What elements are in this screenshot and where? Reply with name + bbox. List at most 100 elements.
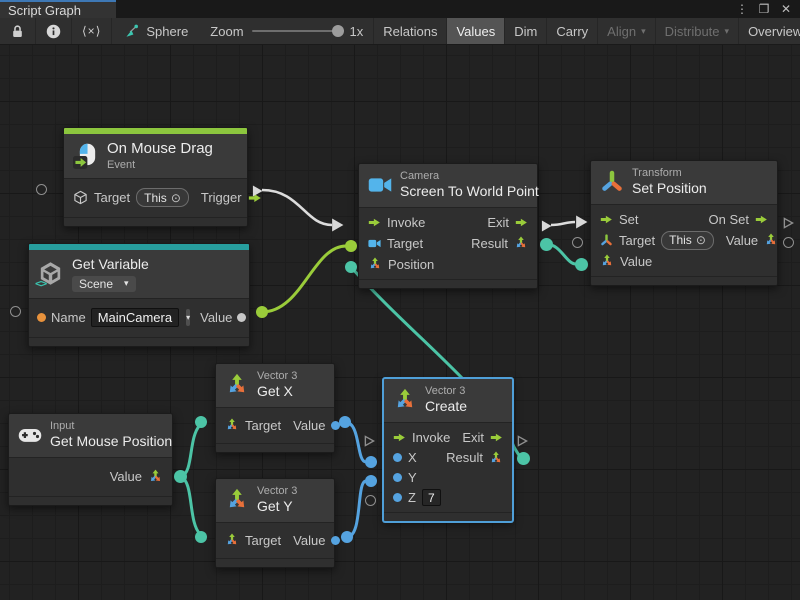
- port-setposition-valuein[interactable]: [575, 258, 588, 271]
- name-port[interactable]: [37, 313, 46, 322]
- gamepad-icon: [18, 423, 42, 447]
- wire-gety-to-y[interactable]: [347, 481, 366, 537]
- object-picker-icon[interactable]: ⊙: [696, 233, 706, 247]
- port-variable-name-in[interactable]: [10, 306, 21, 317]
- port-camera-target-in[interactable]: [345, 240, 357, 252]
- z-port[interactable]: [393, 493, 402, 502]
- wire-exit-to-set[interactable]: [551, 222, 575, 225]
- object-picker-icon[interactable]: ⊙: [171, 191, 181, 205]
- node-get-y[interactable]: Vector 3 Get Y Target Value: [215, 478, 335, 568]
- values-button[interactable]: Values: [446, 18, 504, 44]
- node-on-mouse-drag[interactable]: On Mouse Drag Event Target This ⊙ Trigge…: [63, 127, 248, 227]
- vector3-icon: [393, 388, 417, 412]
- maximize-icon[interactable]: ❐: [756, 2, 772, 16]
- port-camera-exit-out[interactable]: [541, 219, 552, 237]
- node-kind: Camera: [400, 170, 539, 183]
- node-get-mouse-position[interactable]: Input Get Mouse Position Value: [8, 413, 173, 506]
- wire-mouse-to-gety[interactable]: [181, 477, 200, 534]
- node-title: Screen To World Point: [400, 183, 539, 201]
- zoom-slider[interactable]: [252, 30, 342, 32]
- port-create-result-out[interactable]: [517, 452, 530, 465]
- wire-trigger-to-invoke[interactable]: [262, 190, 332, 225]
- camera-icon: [368, 173, 392, 197]
- wire-variable-to-target[interactable]: [262, 246, 346, 312]
- variable-name-value: MainCamera: [98, 310, 172, 325]
- code-view-icon: ⟨×⟩: [82, 24, 101, 38]
- variable-name-input[interactable]: MainCamera: [91, 308, 179, 327]
- value-port[interactable]: [237, 313, 246, 322]
- z-value: 7: [428, 491, 435, 505]
- port-mousedrag-trigger-out[interactable]: [252, 184, 263, 202]
- port-create-x-in[interactable]: [365, 456, 377, 468]
- this-object-field[interactable]: This ⊙: [661, 231, 714, 250]
- title-bar: Script Graph ⋮ ❐ ✕: [0, 0, 800, 18]
- flow-arrow-icon: [490, 431, 503, 444]
- port-create-invoke-in[interactable]: [364, 434, 375, 452]
- info-button[interactable]: [36, 18, 72, 44]
- port-getx-target-in[interactable]: [195, 416, 207, 428]
- wire-mouse-to-getx[interactable]: [181, 425, 200, 477]
- target-port-label: Target: [245, 418, 281, 433]
- carry-button[interactable]: Carry: [546, 18, 597, 44]
- value-out-port-label: Value: [726, 233, 758, 248]
- node-screen-to-world-point[interactable]: Camera Screen To World Point Invoke Exit…: [358, 163, 538, 289]
- window-menu-icon[interactable]: ⋮: [734, 2, 750, 16]
- value-port-label: Value: [293, 533, 325, 548]
- node-set-position[interactable]: Transform Set Position Set On Set Target…: [590, 160, 778, 286]
- script-graph-window: On Mouse Drag Event Target This ⊙ Trigge…: [0, 0, 800, 600]
- port-mousedrag-target-in[interactable]: [36, 184, 47, 195]
- graph-target-label: Sphere: [146, 24, 188, 39]
- tab-label: Script Graph: [8, 3, 81, 18]
- name-port-label: Name: [51, 310, 86, 325]
- port-setposition-onset-out[interactable]: [783, 216, 794, 234]
- node-title: Get X: [257, 383, 297, 401]
- this-object-value: This: [144, 191, 167, 205]
- relations-button[interactable]: Relations: [373, 18, 446, 44]
- port-camera-invoke-in[interactable]: [331, 218, 344, 237]
- wire-getx-to-x[interactable]: [345, 422, 366, 462]
- node-vector3-create[interactable]: Vector 3 Create Invoke Exit X Result: [383, 378, 513, 522]
- lock-button[interactable]: [0, 18, 36, 44]
- port-variable-value-out[interactable]: [256, 306, 268, 318]
- port-setposition-target-in[interactable]: [572, 237, 583, 248]
- relations-label: Relations: [383, 24, 437, 39]
- node-get-variable[interactable]: <> Get Variable Scene ▾ Name MainCamera …: [28, 243, 250, 347]
- graph-breadcrumb[interactable]: Sphere: [112, 18, 200, 44]
- port-camera-result-out[interactable]: [540, 238, 553, 251]
- variable-scope-dropdown[interactable]: Scene ▾: [72, 276, 136, 292]
- vector3-icon: [225, 418, 239, 432]
- node-get-x[interactable]: Vector 3 Get X Target Value: [215, 363, 335, 453]
- on-set-port-label: On Set: [709, 212, 749, 227]
- y-port[interactable]: [393, 473, 402, 482]
- invoke-port-label: Invoke: [387, 215, 425, 230]
- port-create-y-in[interactable]: [365, 475, 377, 487]
- dim-button[interactable]: Dim: [504, 18, 546, 44]
- mouse-drag-icon: [73, 142, 99, 170]
- code-view-button[interactable]: ⟨×⟩: [72, 18, 112, 44]
- y-port-label: Y: [408, 470, 417, 485]
- this-object-field[interactable]: This ⊙: [136, 188, 189, 207]
- close-icon[interactable]: ✕: [778, 2, 794, 16]
- gameobject-cube-icon: [73, 190, 88, 205]
- port-setposition-set-in[interactable]: [575, 215, 588, 234]
- node-footer: [359, 279, 537, 288]
- node-kind: Vector 3: [257, 485, 297, 498]
- node-footer: [216, 558, 334, 567]
- zoom-slider-handle[interactable]: [332, 25, 344, 37]
- tab-script-graph[interactable]: Script Graph: [0, 0, 116, 18]
- port-camera-position-in[interactable]: [345, 261, 357, 273]
- port-create-exit-out[interactable]: [517, 434, 528, 452]
- port-gety-value-out[interactable]: [341, 531, 353, 543]
- overview-button[interactable]: Overview: [738, 18, 800, 44]
- node-title: Set Position: [632, 180, 707, 198]
- variable-name-dropdown[interactable]: ▾: [186, 309, 190, 326]
- port-mouseposition-value-out[interactable]: [174, 470, 187, 483]
- port-gety-target-in[interactable]: [195, 531, 207, 543]
- exit-port-label: Exit: [487, 215, 509, 230]
- port-getx-value-out[interactable]: [339, 416, 351, 428]
- z-value-input[interactable]: 7: [422, 489, 441, 506]
- x-port[interactable]: [393, 453, 402, 462]
- port-create-z-in[interactable]: [365, 495, 376, 506]
- node-title: Get Variable: [72, 256, 149, 274]
- port-setposition-value-out[interactable]: [783, 237, 794, 248]
